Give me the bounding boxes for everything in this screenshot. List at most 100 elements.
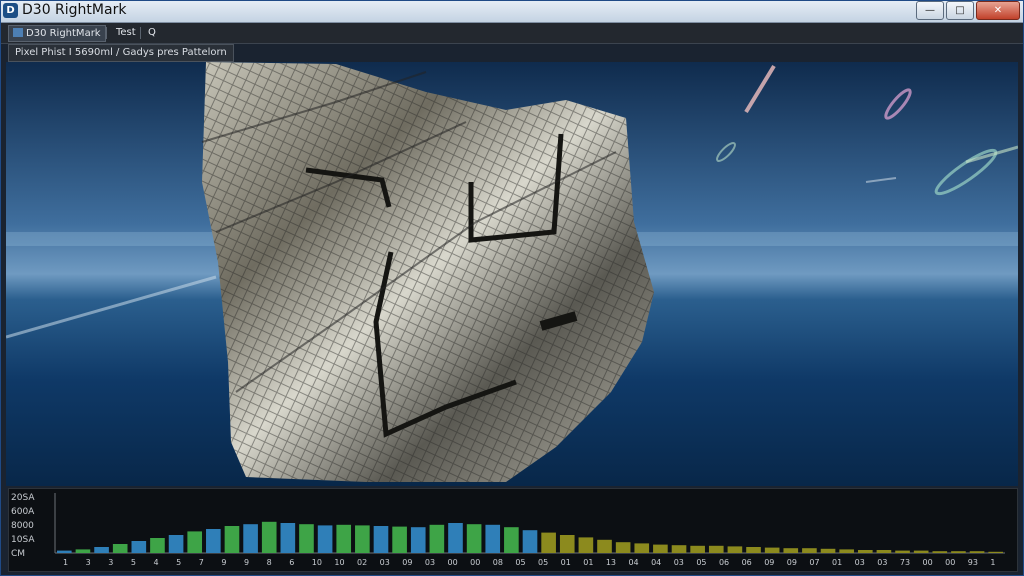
graph-x-label: 1 [990,558,995,567]
graph-x-label: 01 [832,558,842,567]
graph-x-label: 00 [470,558,480,567]
graph-bar [355,525,370,553]
graph-x-label: 09 [764,558,774,567]
graph-x-label: 8 [267,558,272,567]
graph-bar [57,550,72,553]
graph-bar [448,523,463,553]
render-viewport[interactable] [6,62,1018,486]
graph-bar [559,535,575,553]
graph-bar [243,524,258,553]
graph-x-label: 04 [628,558,638,567]
graph-x-label: 00 [945,558,955,567]
app-logo-icon: D [3,3,18,18]
graph-bar [522,530,538,553]
tab-main-label: D30 RightMark [26,28,101,39]
graph-x-label: 03 [674,558,684,567]
lens-flare [884,88,912,120]
info-bar: Pixel Phist I 5690ml / Gadys pres Pattel… [8,44,234,62]
graph-x-label: 01 [561,558,571,567]
graph-x-label: 05 [538,558,548,567]
light-streak [865,177,897,183]
light-streak [744,64,776,114]
graph-bar [429,524,445,553]
graph-bar [112,544,128,553]
graph-bar [913,550,929,553]
graph-x-label: 01 [583,558,593,567]
graph-x-label: 00 [923,558,933,567]
graph-x-label: 5 [131,558,136,567]
graph-bar [746,547,761,553]
graph-bar [802,548,817,553]
title-bar[interactable]: D D30 RightMark — □ ✕ [0,0,1024,23]
graph-x-label: 73 [900,558,910,567]
graph-bar [336,524,352,553]
monitor-icon [13,28,23,37]
graph-bar [857,550,873,553]
graph-bar [224,526,240,553]
graph-plot: 1 3 3 5 4 5 7 9 9 8 6 10 10 02 03 09 03 00 00 08 05 05 01 01 13 0… [54,493,1005,567]
graph-bar [969,551,985,553]
graph-bar [988,551,1003,553]
close-button[interactable]: ✕ [976,1,1020,20]
graph-bar [131,541,147,553]
graph-x-label: 00 [448,558,458,567]
minimize-button[interactable]: — [916,1,944,20]
graph-bar [94,547,109,553]
graph-x-label: 93 [968,558,978,567]
graph-bar [373,526,389,553]
graph-bar [150,538,165,553]
tab-main[interactable]: D30 RightMark [8,25,106,42]
graph-bar [168,535,184,553]
graph-bar [839,549,854,553]
search-icon[interactable]: Q [144,25,160,40]
graph-x-label: 6 [289,558,294,567]
performance-graph: 20SA 600A 8000 10SA CM 1 3 3 5 4 5 7 9 9 8 6 10 10 02… [8,488,1018,572]
graph-bar [75,549,91,553]
graph-bar [895,550,910,553]
graph-x-label: 07 [809,558,819,567]
graph-bar [690,545,705,553]
scene-render [6,62,1018,482]
graph-bar [299,524,314,553]
graph-bar [261,521,277,553]
graph-bar [578,537,594,553]
benchmark-window: D D30 RightMark — □ ✕ D30 RightMark Test… [0,0,1024,576]
graph-bar [932,551,948,553]
toolbar: D30 RightMark Test Q [0,23,1024,44]
tab-test[interactable]: Test [112,25,140,40]
graph-bar [504,527,519,553]
graph-x-label: 5 [176,558,181,567]
graph-bar [206,529,221,553]
graph-x-label: 09 [402,558,412,567]
graph-bar [615,542,631,553]
graph-bar [876,550,892,553]
graph-x-label: 03 [855,558,865,567]
graph-x-label: 1 [63,558,68,567]
toolbar-divider [140,27,141,39]
graph-bar [541,532,556,553]
graph-x-label: 4 [153,558,158,567]
graph-bar [187,531,203,553]
graph-x-label: 06 [719,558,729,567]
graph-bar [764,547,780,553]
graph-bar [951,551,966,553]
window-controls: — □ ✕ [916,1,1020,20]
lens-flare [934,148,998,196]
graph-bar [727,546,743,553]
graph-x-label: 03 [380,558,390,567]
graph-x-label: 13 [606,558,616,567]
graph-x-label: 9 [221,558,226,567]
graph-x-label: 03 [425,558,435,567]
maximize-button[interactable]: □ [946,1,974,20]
graph-bar [671,545,687,553]
graph-x-label: 10 [312,558,322,567]
graph-x-label: 7 [199,558,204,567]
graph-x-label: 09 [787,558,797,567]
graph-bar [280,523,296,553]
graph-x-label: 05 [515,558,525,567]
graph-bar [820,548,836,553]
graph-x-label: 04 [651,558,661,567]
graph-bar [317,525,333,553]
graph-x-label: 9 [244,558,249,567]
graph-x-label: 06 [742,558,752,567]
